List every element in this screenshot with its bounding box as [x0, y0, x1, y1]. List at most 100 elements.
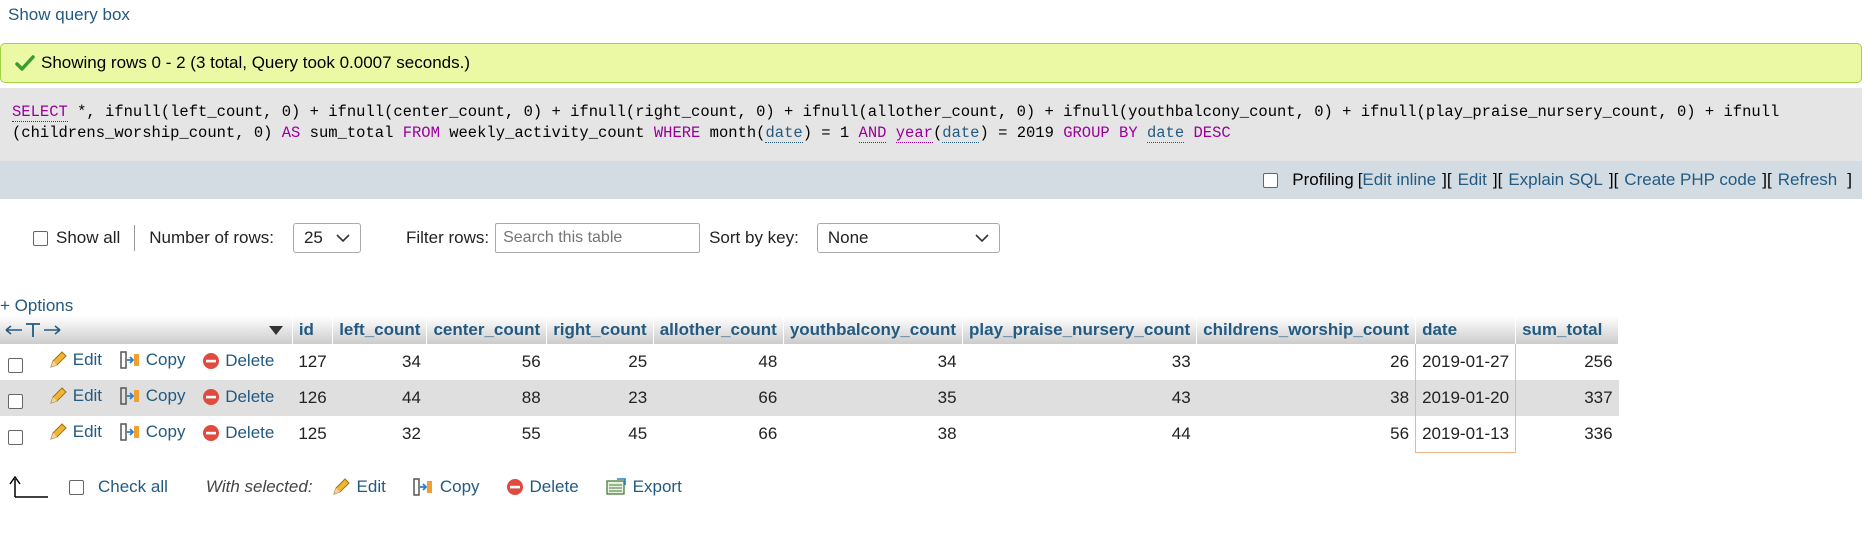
cell-right-count: 23 — [546, 380, 654, 416]
column-header-left-count[interactable]: left_count — [332, 316, 428, 344]
delete-icon — [506, 479, 523, 495]
copy-icon — [120, 386, 139, 405]
profiling-checkbox[interactable] — [1263, 172, 1279, 188]
pencil-icon — [332, 478, 350, 495]
sort-by-key-select[interactable]: None — [816, 223, 1000, 253]
cell-date: 2019-01-27 — [1415, 344, 1517, 380]
cell-youthbalcony-count: 35 — [783, 380, 963, 416]
cell-sum-total: 337 — [1515, 380, 1619, 416]
filter-rows-input[interactable] — [495, 223, 701, 253]
column-header-youthbalcony-count[interactable]: youthbalcony_count — [783, 316, 964, 344]
cell-date: 2019-01-13 — [1415, 416, 1517, 453]
column-header-allother-count[interactable]: allother_count — [653, 316, 784, 344]
table-row: Edit Copy Delete 126 44 88 23 66 35 43 3… — [0, 380, 1619, 416]
cell-youthbalcony-count: 34 — [783, 344, 963, 380]
cell-right-count: 45 — [546, 416, 654, 453]
cell-id: 127 — [292, 344, 333, 380]
options-toggle[interactable]: + Options — [0, 296, 73, 316]
column-header-right-count[interactable]: right_count — [546, 316, 654, 344]
cell-date: 2019-01-20 — [1415, 380, 1517, 416]
cell-allother-count: 66 — [653, 416, 784, 453]
column-header-play-praise-nursery-count[interactable]: play_praise_nursery_count — [962, 316, 1198, 344]
export-icon — [606, 478, 626, 495]
copy-icon — [120, 350, 139, 369]
column-header-date[interactable]: date — [1415, 316, 1517, 344]
pencil-icon — [49, 423, 67, 440]
cell-id: 126 — [292, 380, 333, 416]
bulk-copy-button[interactable]: Copy — [412, 477, 480, 497]
refresh-link[interactable]: Refresh — [1778, 170, 1838, 190]
query-actions-bar: Profiling [ Edit inline ][ Edit ][ Expla… — [0, 161, 1862, 199]
row-checkbox[interactable] — [8, 393, 23, 409]
explain-sql-link[interactable]: Explain SQL — [1508, 170, 1603, 190]
row-edit-button[interactable]: Edit — [48, 386, 102, 406]
success-text: Showing rows 0 - 2 (3 total, Query took … — [41, 53, 471, 72]
pencil-icon — [49, 350, 67, 368]
pencil-icon — [49, 386, 67, 404]
cell-play-praise-nursery-count: 33 — [962, 344, 1197, 380]
cell-allother-count: 48 — [653, 344, 784, 380]
row-delete-button[interactable]: Delete — [202, 387, 274, 407]
bulk-delete-button[interactable]: Delete — [506, 477, 579, 497]
rows-label: Number of rows: — [149, 228, 274, 247]
show-query-box-link[interactable]: Show query box — [8, 5, 130, 25]
row-copy-button[interactable]: Copy — [119, 422, 185, 442]
cell-center-count: 56 — [426, 344, 547, 380]
table-header-row: id left_count center_count right_count a… — [0, 316, 1620, 344]
check-all-link[interactable]: Check all — [98, 477, 168, 497]
copy-icon — [413, 478, 432, 496]
row-delete-button[interactable]: Delete — [202, 351, 274, 371]
bulk-edit-button[interactable]: Edit — [331, 477, 386, 497]
cell-allother-count: 66 — [653, 380, 784, 416]
cell-childrens-worship-count: 56 — [1196, 416, 1416, 453]
row-actions: Edit Copy Delete — [0, 344, 293, 380]
row-edit-button[interactable]: Edit — [48, 422, 102, 442]
cell-childrens-worship-count: 38 — [1196, 380, 1416, 416]
column-header-childrens-worship-count[interactable]: childrens_worship_count — [1196, 316, 1417, 344]
create-php-code-link[interactable]: Create PHP code — [1624, 170, 1756, 190]
show-all-label: Show all — [56, 228, 121, 247]
cell-id: 125 — [292, 416, 333, 453]
cell-play-praise-nursery-count: 43 — [962, 380, 1197, 416]
edit-inline-link[interactable]: Edit inline — [1362, 170, 1436, 190]
row-copy-button[interactable]: Copy — [119, 386, 185, 406]
sort-dropdown-icon[interactable] — [268, 324, 284, 336]
with-selected-label: With selected: — [205, 477, 313, 496]
copy-icon — [120, 423, 139, 441]
cell-sum-total: 336 — [1515, 416, 1619, 453]
cell-left-count: 44 — [332, 380, 427, 416]
cell-sum-total: 256 — [1515, 344, 1619, 380]
edit-query-link[interactable]: Edit — [1458, 170, 1487, 190]
cell-center-count: 88 — [426, 380, 547, 416]
filter-label: Filter rows: — [405, 228, 490, 247]
row-delete-button[interactable]: Delete — [202, 423, 274, 443]
row-copy-button[interactable]: Copy — [119, 350, 185, 370]
delete-icon — [203, 352, 220, 369]
column-header-center-count[interactable]: center_count — [426, 316, 548, 344]
show-all-checkbox[interactable] — [33, 230, 48, 246]
delete-icon — [203, 388, 220, 405]
row-checkbox[interactable] — [8, 357, 23, 373]
row-edit-button[interactable]: Edit — [48, 350, 102, 370]
column-header-sum-total[interactable]: sum_total — [1515, 316, 1620, 344]
table-row: Edit Copy Delete 127 34 56 25 48 34 33 2… — [0, 344, 1619, 380]
table-navigation: Show all Number of rows: 25 Filter rows:… — [33, 222, 1033, 254]
sort-label: Sort by key: — [709, 228, 799, 247]
success-message: Showing rows 0 - 2 (3 total, Query took … — [0, 43, 1862, 83]
divider — [134, 225, 136, 251]
column-controls-header — [0, 316, 293, 344]
bulk-actions-bar: Check all With selected: Edit Copy Delet… — [8, 470, 708, 504]
chevron-down-icon — [336, 234, 350, 243]
check-all-checkbox[interactable] — [69, 479, 84, 495]
bulk-export-button[interactable]: Export — [605, 477, 682, 497]
column-resize-arrows-icon[interactable] — [4, 321, 62, 339]
row-actions: Edit Copy Delete — [0, 416, 293, 453]
row-checkbox[interactable] — [8, 429, 23, 445]
sql-query-box: SELECT *, ifnull(left_count, 0) + ifnull… — [0, 88, 1862, 161]
cell-left-count: 32 — [332, 416, 427, 453]
check-icon — [15, 55, 35, 71]
rows-per-page-select[interactable]: 25 — [292, 223, 361, 253]
column-header-id[interactable]: id — [292, 316, 334, 344]
cell-youthbalcony-count: 38 — [783, 416, 963, 453]
cell-childrens-worship-count: 26 — [1196, 344, 1416, 380]
